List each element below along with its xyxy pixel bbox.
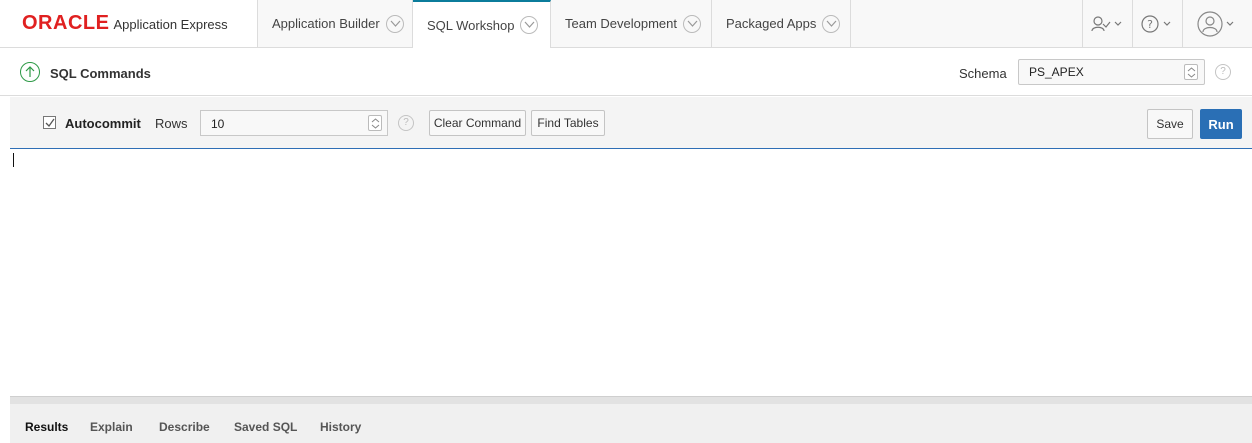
pane-splitter[interactable] — [10, 396, 1252, 404]
rows-input[interactable]: 10 — [200, 110, 388, 136]
up-down-arrows-icon[interactable] — [368, 115, 382, 131]
tab-label: Packaged Apps — [726, 16, 817, 31]
schema-select[interactable]: PS_APEX — [1018, 59, 1205, 85]
autocommit-checkbox[interactable] — [43, 116, 56, 129]
rows-value: 10 — [211, 117, 225, 131]
svg-text:?: ? — [1147, 18, 1153, 31]
chevron-down-icon[interactable] — [385, 14, 404, 33]
tab-label: Application Builder — [272, 16, 380, 31]
top-navigation-bar: ORACLE Application Express Application B… — [0, 0, 1252, 48]
logo-brand: ORACLE — [22, 12, 110, 34]
tab-saved-sql[interactable]: Saved SQL — [234, 420, 297, 434]
save-button[interactable]: Save — [1147, 109, 1193, 139]
help-icon[interactable]: ? — [1215, 64, 1231, 80]
tab-team-development[interactable]: Team Development — [551, 0, 712, 47]
sql-editor[interactable] — [10, 150, 1252, 396]
tab-describe[interactable]: Describe — [159, 420, 210, 434]
tab-sql-workshop[interactable]: SQL Workshop — [413, 0, 551, 48]
tab-label: Team Development — [565, 16, 677, 31]
text-cursor — [13, 153, 14, 167]
schema-value: PS_APEX — [1029, 65, 1084, 79]
help-menu-icon[interactable]: ? — [1132, 0, 1182, 47]
logo-product: Application Express — [113, 17, 228, 32]
tab-label: SQL Workshop — [427, 17, 515, 33]
rows-label: Rows — [155, 116, 188, 131]
tab-history[interactable]: History — [320, 420, 361, 434]
schema-label: Schema — [959, 66, 1007, 81]
tab-application-builder[interactable]: Application Builder — [258, 0, 413, 47]
page-title: SQL Commands — [50, 66, 151, 81]
user-profile-icon[interactable] — [1182, 0, 1252, 47]
tab-packaged-apps[interactable]: Packaged Apps — [712, 0, 851, 47]
user-admin-icon[interactable] — [1082, 0, 1132, 47]
tab-results[interactable]: Results — [25, 420, 68, 434]
tab-explain[interactable]: Explain — [90, 420, 133, 434]
oracle-apex-logo[interactable]: ORACLE Application Express — [0, 0, 258, 47]
run-button[interactable]: Run — [1200, 109, 1242, 139]
chevron-down-icon[interactable] — [683, 14, 701, 33]
clear-command-button[interactable]: Clear Command — [429, 110, 526, 136]
chevron-down-icon[interactable] — [520, 16, 539, 34]
sql-toolbar — [10, 97, 1252, 149]
arrow-up-icon[interactable] — [20, 62, 40, 82]
up-down-arrows-icon[interactable] — [1184, 64, 1198, 80]
autocommit-label: Autocommit — [65, 116, 141, 131]
find-tables-button[interactable]: Find Tables — [531, 110, 605, 136]
chevron-down-icon[interactable] — [822, 14, 841, 33]
help-icon[interactable]: ? — [398, 115, 414, 131]
